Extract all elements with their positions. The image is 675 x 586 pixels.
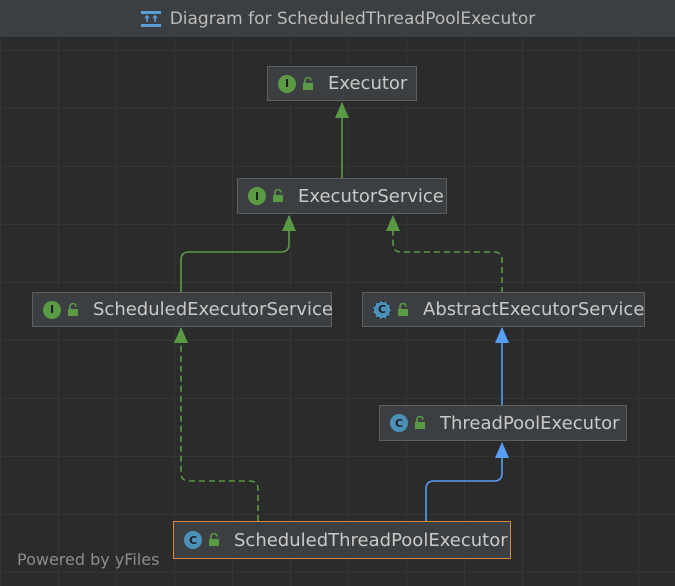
window-titlebar: Diagram for ScheduledThreadPoolExecutor	[0, 0, 675, 38]
edge-scheduledthreadpoolexecutor-to-scheduledexecutorservice	[174, 327, 259, 521]
node-label: AbstractExecutorService	[423, 299, 645, 320]
node-scheduled-thread-pool-executor[interactable]: C ScheduledThreadPoolExecutor	[173, 521, 511, 559]
lock-open-icon	[209, 533, 219, 546]
diagram-window: Diagram for ScheduledThreadPoolExecutor …	[0, 0, 675, 586]
interface-icon: I	[248, 187, 266, 205]
interface-icon: I	[43, 300, 61, 319]
edge-abstractexecutorservice-to-executorservice	[386, 215, 503, 293]
node-label: Executor	[328, 73, 408, 94]
node-abstract-executor-service[interactable]: C AbstractExecutorService	[362, 292, 645, 327]
node-label: ThreadPoolExecutor	[440, 412, 620, 434]
diagram-icon	[140, 10, 161, 27]
lock-open-icon	[68, 302, 78, 316]
abstract-class-icon: C	[373, 300, 391, 319]
interface-icon: I	[278, 74, 296, 93]
edge-scheduledexecutorservice-to-executorservice	[180, 215, 296, 293]
node-label: ScheduledThreadPoolExecutor	[234, 529, 508, 551]
lock-open-icon	[273, 189, 283, 202]
powered-by-label: Powered by yFiles	[17, 550, 160, 569]
node-executor-service[interactable]: I ExecutorService	[237, 178, 447, 214]
lock-open-icon	[415, 416, 425, 429]
window-title: Diagram for ScheduledThreadPoolExecutor	[169, 8, 536, 29]
class-icon: C	[390, 414, 408, 432]
node-label: ScheduledExecutorService	[93, 299, 333, 320]
node-executor[interactable]: I Executor	[267, 66, 417, 101]
node-thread-pool-executor[interactable]: C ThreadPoolExecutor	[379, 405, 627, 441]
edge-scheduledthreadpoolexecutor-to-threadpoolexecutor	[425, 442, 509, 521]
node-scheduled-executor-service[interactable]: I ScheduledExecutorService	[32, 292, 333, 327]
diagram-canvas[interactable]: I Executor I ExecutorService I Scheduled…	[0, 38, 675, 586]
node-label: ExecutorService	[298, 185, 444, 207]
lock-open-icon	[398, 302, 408, 316]
lock-open-icon	[303, 76, 313, 90]
class-icon: C	[184, 531, 202, 549]
